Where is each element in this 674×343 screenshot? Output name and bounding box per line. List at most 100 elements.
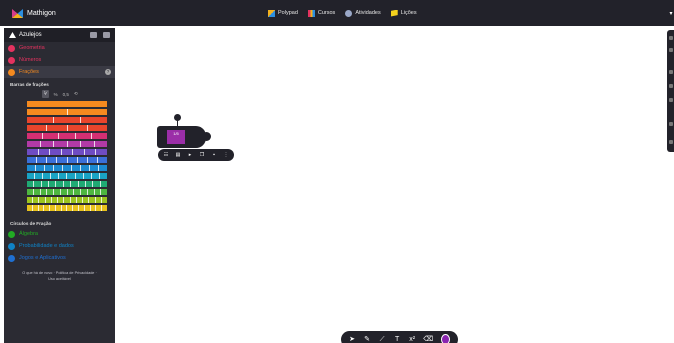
fraction-bar-1-13[interactable] — [27, 197, 108, 203]
fraction-bar-segment — [63, 181, 72, 187]
sidebar-tools — [90, 32, 110, 38]
fraction-bar-segment — [91, 133, 108, 139]
equation-icon[interactable]: x² — [409, 336, 415, 343]
fit-icon[interactable] — [669, 98, 673, 102]
fraction-bar-segment — [91, 173, 100, 179]
fraction-bar-segment — [72, 165, 81, 171]
fraction-bar-segment — [40, 189, 48, 195]
text-box-icon[interactable]: T — [394, 336, 400, 343]
fraction-bar-1-7[interactable] — [27, 149, 108, 155]
mathigon-logo-icon — [12, 8, 23, 18]
fraction-bar-1-1[interactable] — [27, 101, 107, 107]
category-jogos[interactable]: Jogos e Aplicativos — [4, 252, 115, 264]
color-picker-icon[interactable] — [441, 334, 451, 343]
delete-icon[interactable]: ▪ — [211, 152, 217, 158]
format-decimal-option[interactable]: 0,5 — [63, 92, 69, 97]
format-percent-option[interactable]: % — [54, 92, 58, 97]
pen-icon[interactable]: ✎ — [364, 336, 370, 343]
fraction-bar-1-3[interactable] — [27, 117, 107, 123]
eraser-icon[interactable]: ⌫ — [423, 336, 433, 343]
polypad-icon — [268, 9, 275, 17]
nav-atividades-label: Atividades — [355, 10, 381, 16]
fraction-bar-segment — [27, 181, 35, 187]
fraction-bar-segment — [45, 165, 54, 171]
fraction-bar-segment — [59, 173, 68, 179]
fraction-bar-segment — [73, 149, 85, 155]
fraction-bar-segment — [78, 181, 86, 187]
nav-cursos[interactable]: Cursos — [307, 9, 335, 17]
fraction-bar-segment — [85, 181, 94, 187]
fraction-bar-1-11[interactable] — [27, 181, 107, 187]
fraction-bar-1-6[interactable] — [27, 141, 107, 147]
play-icon[interactable]: ▸ — [187, 152, 193, 158]
tile-action-toolbar: ☷ ▤ ▸ ❐ ▪ ⋮ — [158, 149, 234, 161]
format-fraction-option[interactable]: ⅟ — [42, 90, 49, 98]
category-numeros[interactable]: Números — [4, 54, 115, 66]
lightbulb-icon[interactable] — [103, 32, 110, 38]
fraction-bar-1-8[interactable] — [27, 157, 107, 163]
fraction-bar-segment — [67, 141, 81, 147]
sidebar-header: Azulejos — [4, 28, 115, 42]
fraction-bar-segment — [27, 157, 38, 163]
fraction-tile-body[interactable]: 1/5 — [157, 126, 211, 148]
fraction-bar-segment — [54, 117, 81, 123]
fraction-bar-1-2[interactable] — [27, 109, 107, 115]
fraction-bar-segment — [81, 141, 95, 147]
fraction-bar-1-10[interactable] — [27, 173, 107, 179]
account-menu-icon[interactable]: ▾ — [668, 0, 674, 26]
fraction-bar-segment — [67, 173, 76, 179]
category-algebra[interactable]: Álgebra — [4, 228, 115, 240]
footer-links-line2[interactable]: Uso aceitável — [8, 276, 111, 282]
brand[interactable]: Mathigon — [12, 8, 56, 18]
fraction-bar-segment — [47, 125, 68, 131]
fraction-bar-1-14[interactable] — [27, 205, 107, 211]
category-algebra-label: Álgebra — [19, 231, 38, 237]
fraction-circles-heading: Círculos de Fração — [10, 221, 52, 226]
fraction-bar-segment — [34, 181, 42, 187]
category-fracoes-label: Frações — [19, 69, 39, 75]
split-icon[interactable]: ▤ — [175, 152, 181, 158]
fraction-bar-segment — [56, 181, 64, 187]
fraction-bar-segment — [61, 149, 74, 155]
category-probabilidade-label: Probabilidade e dados — [19, 243, 74, 249]
duplicate-icon[interactable]: ❐ — [199, 152, 205, 158]
fraction-bar-1-12[interactable] — [27, 189, 107, 195]
line-icon[interactable]: ⟋ — [379, 336, 385, 343]
category-fracoes[interactable]: Frações ? — [4, 66, 115, 78]
fraction-bar-segment — [67, 125, 88, 131]
fraction-format-options: ⅟ % 0,5 ⟲ — [4, 89, 115, 101]
fraction-bar-segment — [54, 141, 68, 147]
fraction-bar-segment — [94, 141, 107, 147]
numbers-icon — [8, 56, 15, 64]
share-icon[interactable] — [669, 140, 673, 144]
fraction-bar-segment — [40, 141, 54, 147]
zoom-out-icon[interactable] — [669, 84, 673, 88]
fraction-bar-segment — [94, 189, 102, 195]
fraction-bar-1-5[interactable] — [27, 133, 108, 139]
help-icon[interactable]: ? — [105, 69, 111, 75]
settings-icon[interactable] — [669, 122, 673, 126]
geometry-icon — [8, 44, 15, 52]
folder-icon[interactable] — [90, 32, 97, 38]
nav-polypad[interactable]: Polypad — [268, 9, 298, 17]
fraction-bar-1-4[interactable] — [27, 125, 107, 131]
more-options-icon[interactable]: ⋮ — [223, 152, 229, 158]
zoom-in-icon[interactable] — [669, 70, 673, 74]
fraction-bar-segment — [36, 165, 45, 171]
fraction-bar-segment — [87, 125, 107, 131]
fraction-bar-segment — [41, 181, 50, 187]
category-geometria[interactable]: Geometria — [4, 42, 115, 54]
redo-icon[interactable] — [669, 48, 673, 52]
select-cursor-icon[interactable]: ➤ — [349, 336, 355, 343]
rotate-handle[interactable] — [174, 114, 181, 121]
nav-licoes[interactable]: Lições — [390, 9, 417, 17]
nav-atividades[interactable]: Atividades — [345, 9, 381, 17]
fraction-bar-1-9[interactable] — [27, 165, 107, 171]
probability-icon — [8, 242, 15, 250]
fraction-bar-segment — [83, 173, 92, 179]
fraction-bar-segment — [27, 165, 36, 171]
category-probabilidade[interactable]: Probabilidade e dados — [4, 240, 115, 252]
abacus-icon[interactable]: ☷ — [163, 152, 169, 158]
undo-icon[interactable] — [669, 36, 673, 40]
format-reset-option[interactable]: ⟲ — [74, 91, 78, 97]
